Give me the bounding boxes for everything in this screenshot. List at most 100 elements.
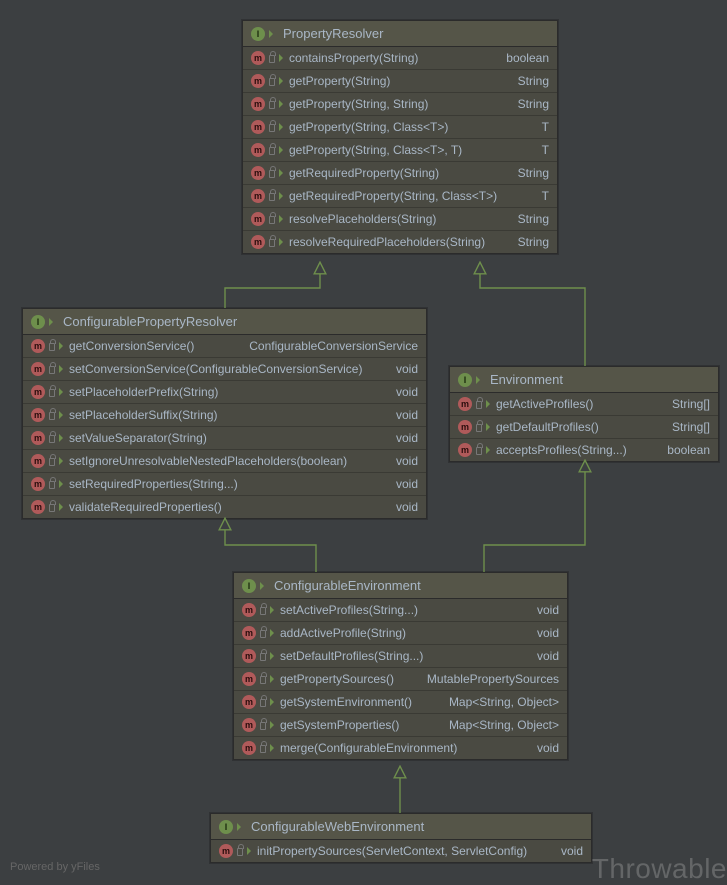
method-row: msetRequiredProperties(String...)void bbox=[23, 473, 426, 496]
lock-icon bbox=[260, 699, 266, 707]
method-icon: m bbox=[251, 120, 265, 134]
abstract-icon bbox=[486, 400, 494, 408]
abstract-icon bbox=[279, 238, 287, 246]
return-type: void bbox=[537, 603, 559, 617]
method-signature: getDefaultProfiles() bbox=[496, 420, 664, 434]
method-icon: m bbox=[242, 695, 256, 709]
class-header: I PropertyResolver bbox=[243, 21, 557, 47]
class-header: I ConfigurableEnvironment bbox=[234, 573, 567, 599]
method-icon: m bbox=[31, 385, 45, 399]
method-icon: m bbox=[242, 672, 256, 686]
method-row: mgetProperty(String, Class<T>)T bbox=[243, 116, 557, 139]
interface-icon: I bbox=[251, 27, 265, 41]
abstract-icon bbox=[260, 582, 268, 590]
method-signature: getConversionService() bbox=[69, 339, 241, 353]
method-row: mvalidateRequiredProperties()void bbox=[23, 496, 426, 518]
method-icon: m bbox=[242, 626, 256, 640]
method-list: msetActiveProfiles(String...)voidmaddAct… bbox=[234, 599, 567, 759]
method-row: msetConversionService(ConfigurableConver… bbox=[23, 358, 426, 381]
method-signature: setPlaceholderSuffix(String) bbox=[69, 408, 388, 422]
interface-icon: I bbox=[458, 373, 472, 387]
abstract-icon bbox=[59, 480, 67, 488]
method-signature: getProperty(String, Class<T>) bbox=[289, 120, 534, 134]
class-header: I Environment bbox=[450, 367, 718, 393]
class-name: ConfigurablePropertyResolver bbox=[63, 314, 237, 329]
abstract-icon bbox=[279, 146, 287, 154]
lock-icon bbox=[49, 366, 55, 374]
method-signature: initPropertySources(ServletContext, Serv… bbox=[257, 844, 553, 858]
method-signature: getRequiredProperty(String, Class<T>) bbox=[289, 189, 534, 203]
return-type: String bbox=[518, 74, 549, 88]
lock-icon bbox=[476, 424, 482, 432]
lock-icon bbox=[260, 745, 266, 753]
lock-icon bbox=[269, 239, 275, 247]
class-header: I ConfigurablePropertyResolver bbox=[23, 309, 426, 335]
method-row: msetIgnoreUnresolvableNestedPlaceholders… bbox=[23, 450, 426, 473]
method-list: minitPropertySources(ServletContext, Ser… bbox=[211, 840, 591, 862]
return-type: String[] bbox=[672, 420, 710, 434]
method-row: msetPlaceholderSuffix(String)void bbox=[23, 404, 426, 427]
abstract-icon bbox=[59, 365, 67, 373]
abstract-icon bbox=[279, 169, 287, 177]
method-signature: getProperty(String, Class<T>, T) bbox=[289, 143, 534, 157]
method-row: msetActiveProfiles(String...)void bbox=[234, 599, 567, 622]
method-signature: getRequiredProperty(String) bbox=[289, 166, 510, 180]
method-icon: m bbox=[242, 741, 256, 755]
abstract-icon bbox=[270, 698, 278, 706]
method-row: macceptsProfiles(String...)boolean bbox=[450, 439, 718, 461]
method-row: mgetProperty(String)String bbox=[243, 70, 557, 93]
abstract-icon bbox=[270, 744, 278, 752]
class-property-resolver: I PropertyResolver m containsProperty(Str… bbox=[242, 20, 558, 254]
return-type: boolean bbox=[506, 51, 549, 65]
class-name: ConfigurableWebEnvironment bbox=[251, 819, 424, 834]
method-row: msetValueSeparator(String)void bbox=[23, 427, 426, 450]
method-row: mgetProperty(String, String)String bbox=[243, 93, 557, 116]
return-type: String bbox=[518, 212, 549, 226]
method-icon: m bbox=[31, 454, 45, 468]
return-type: void bbox=[537, 649, 559, 663]
method-row: mmerge(ConfigurableEnvironment)void bbox=[234, 737, 567, 759]
method-row: mgetSystemEnvironment()Map<String, Objec… bbox=[234, 691, 567, 714]
class-configurable-property-resolver: I ConfigurablePropertyResolver mgetConve… bbox=[22, 308, 427, 519]
abstract-icon bbox=[279, 77, 287, 85]
abstract-icon bbox=[270, 606, 278, 614]
return-type: ConfigurableConversionService bbox=[249, 339, 418, 353]
lock-icon bbox=[49, 481, 55, 489]
lock-icon bbox=[49, 343, 55, 351]
return-type: Map<String, Object> bbox=[449, 718, 559, 732]
lock-icon bbox=[49, 504, 55, 512]
abstract-icon bbox=[59, 388, 67, 396]
method-icon: m bbox=[458, 443, 472, 457]
method-icon: m bbox=[251, 51, 265, 65]
lock-icon bbox=[260, 630, 266, 638]
lock-icon bbox=[269, 101, 275, 109]
method-row: mgetConversionService()ConfigurableConve… bbox=[23, 335, 426, 358]
method-icon: m bbox=[251, 166, 265, 180]
method-icon: m bbox=[31, 408, 45, 422]
method-icon: m bbox=[31, 477, 45, 491]
abstract-icon bbox=[59, 434, 67, 442]
interface-icon: I bbox=[242, 579, 256, 593]
lock-icon bbox=[260, 653, 266, 661]
method-signature: validateRequiredProperties() bbox=[69, 500, 388, 514]
return-type: void bbox=[396, 385, 418, 399]
return-type: void bbox=[396, 362, 418, 376]
lock-icon bbox=[49, 412, 55, 420]
abstract-icon bbox=[279, 123, 287, 131]
method-row: mgetActiveProfiles()String[] bbox=[450, 393, 718, 416]
abstract-icon bbox=[59, 342, 67, 350]
return-type: Map<String, Object> bbox=[449, 695, 559, 709]
return-type: boolean bbox=[667, 443, 710, 457]
abstract-icon bbox=[279, 192, 287, 200]
method-signature: setActiveProfiles(String...) bbox=[280, 603, 529, 617]
lock-icon bbox=[476, 447, 482, 455]
abstract-icon bbox=[270, 675, 278, 683]
method-row: msetPlaceholderPrefix(String)void bbox=[23, 381, 426, 404]
class-environment: I Environment mgetActiveProfiles()String… bbox=[449, 366, 719, 462]
abstract-icon bbox=[49, 318, 57, 326]
method-row: mgetDefaultProfiles()String[] bbox=[450, 416, 718, 439]
method-signature: containsProperty(String) bbox=[289, 51, 498, 65]
abstract-icon bbox=[270, 629, 278, 637]
method-row: mgetRequiredProperty(String, Class<T>)T bbox=[243, 185, 557, 208]
abstract-icon bbox=[486, 423, 494, 431]
